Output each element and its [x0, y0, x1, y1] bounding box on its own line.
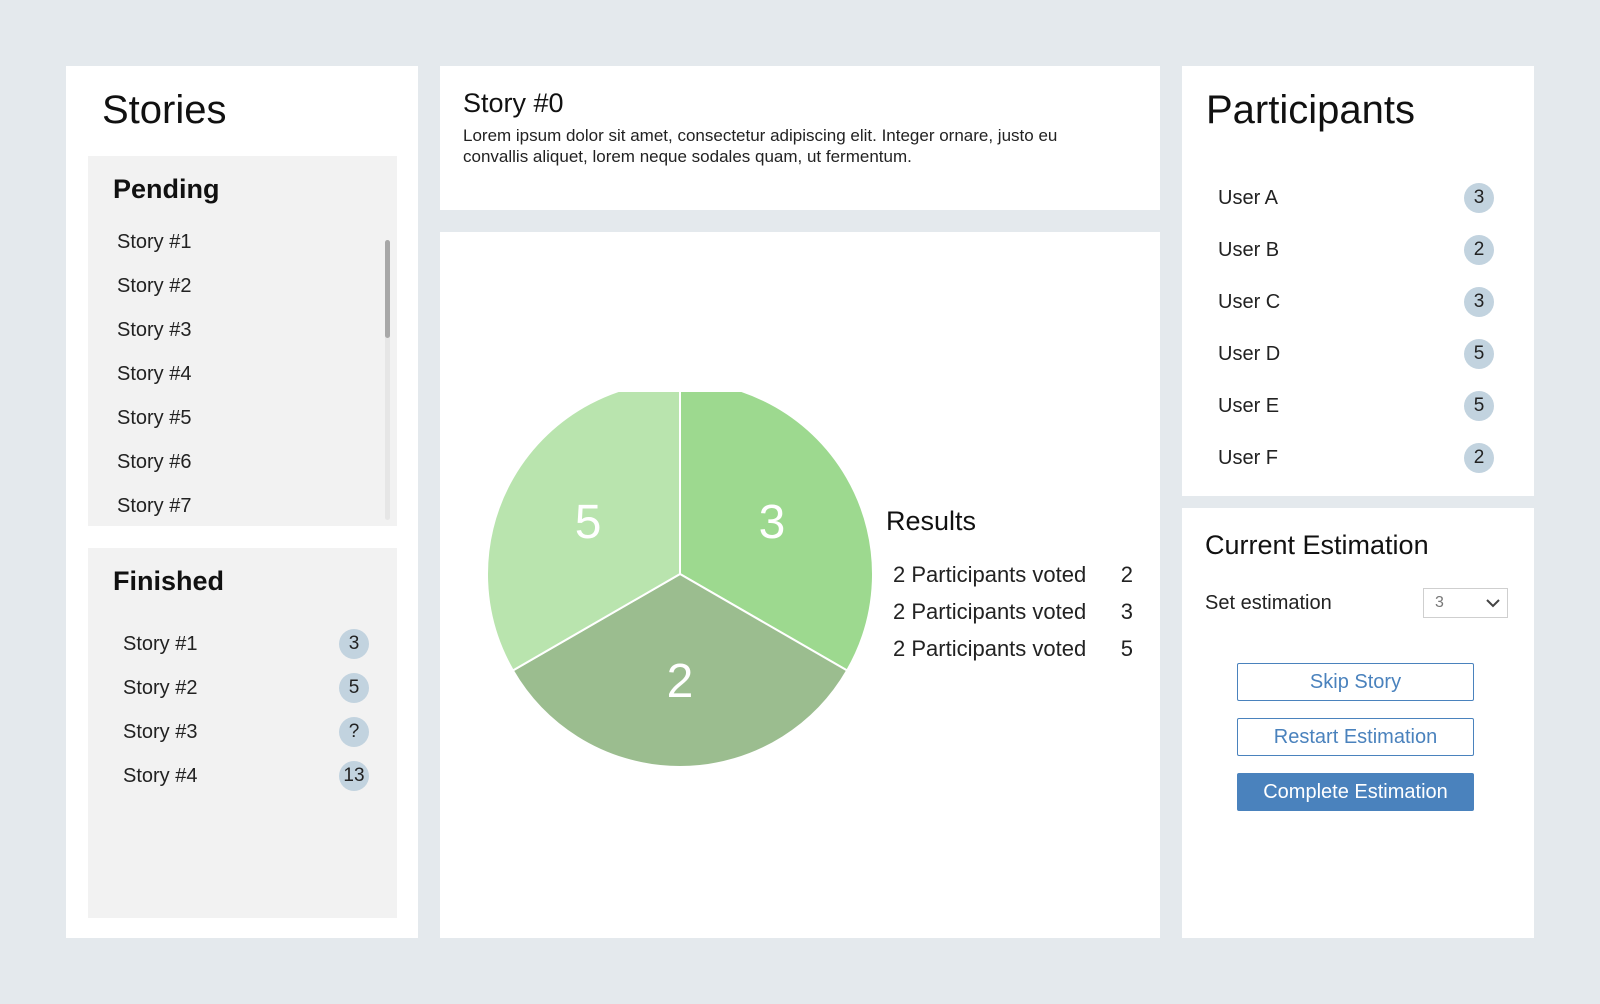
results-panel: 3 2 5 Results 2 Participants voted 2 2 Par…	[440, 232, 1160, 938]
stories-title: Stories	[102, 88, 227, 132]
participant-name: User B	[1218, 238, 1280, 261]
story-title: Story #0	[463, 88, 564, 118]
estimation-select[interactable]: 3	[1423, 588, 1508, 618]
skip-story-button[interactable]: Skip Story	[1237, 663, 1474, 701]
results-row-label: 2 Participants voted	[893, 636, 1087, 661]
pending-story-item[interactable]: Story #3	[117, 316, 191, 360]
participant-item: User B 2	[1218, 224, 1494, 276]
results-row: 2 Participants voted 2	[893, 562, 1133, 599]
pending-title: Pending	[113, 174, 220, 204]
finished-story-label: Story #4	[123, 764, 198, 787]
pending-scrollbar[interactable]	[385, 240, 390, 520]
current-estimation-panel: Current Estimation Set estimation 3 Skip…	[1182, 508, 1534, 938]
results-row-value: 5	[1120, 636, 1133, 661]
vote-badge: 3	[1464, 183, 1494, 213]
finished-story-label: Story #3	[123, 720, 198, 743]
participant-item: User D 5	[1218, 328, 1494, 380]
pending-scrollbar-thumb[interactable]	[385, 240, 390, 338]
finished-story-item[interactable]: Story #2 5	[123, 666, 369, 710]
results-title: Results	[886, 506, 977, 536]
pending-list: Story #1 Story #2 Story #3 Story #4 Stor…	[117, 228, 191, 526]
complete-estimation-button[interactable]: Complete Estimation	[1237, 773, 1474, 811]
pending-story-item[interactable]: Story #1	[117, 228, 191, 272]
restart-estimation-button[interactable]: Restart Estimation	[1237, 718, 1474, 756]
current-story-panel: Story #0 Lorem ipsum dolor sit amet, con…	[440, 66, 1160, 210]
finished-story-item[interactable]: Story #4 13	[123, 754, 369, 798]
participants-title: Participants	[1206, 88, 1415, 132]
pending-story-item[interactable]: Story #5	[117, 404, 191, 448]
finished-story-label: Story #2	[123, 676, 198, 699]
set-estimation-label: Set estimation	[1205, 592, 1332, 614]
stories-panel: Stories Pending Story #1 Story #2 Story …	[66, 66, 418, 938]
finished-story-label: Story #1	[123, 632, 198, 655]
estimation-title: Current Estimation	[1205, 530, 1429, 560]
participant-name: User E	[1218, 394, 1280, 417]
results-row-label: 2 Participants voted	[893, 599, 1087, 624]
participant-item: User F 2	[1218, 432, 1494, 484]
participant-name: User C	[1218, 290, 1281, 313]
pending-story-item[interactable]: Story #2	[117, 272, 191, 316]
participant-list: User A 3 User B 2 User C 3 User D 5 User…	[1218, 172, 1494, 484]
results-row-value: 3	[1120, 599, 1133, 624]
participant-item: User E 5	[1218, 380, 1494, 432]
vote-badge: 2	[1464, 443, 1494, 473]
estimate-badge: 13	[339, 761, 369, 791]
participant-name: User D	[1218, 342, 1281, 365]
results-row-label: 2 Participants voted	[893, 562, 1087, 587]
estimate-badge: 3	[339, 629, 369, 659]
results-row: 2 Participants voted 3	[893, 599, 1133, 636]
vote-badge: 3	[1464, 287, 1494, 317]
estimate-badge: 5	[339, 673, 369, 703]
vote-badge: 5	[1464, 391, 1494, 421]
finished-list: Story #1 3 Story #2 5 Story #3 ? Story #…	[123, 622, 369, 798]
participant-item: User A 3	[1218, 172, 1494, 224]
pending-story-item[interactable]: Story #6	[117, 448, 191, 492]
pie-slice-label: 5	[575, 496, 602, 549]
pending-story-item[interactable]: Story #4	[117, 360, 191, 404]
results-row-value: 2	[1120, 562, 1133, 587]
finished-story-item[interactable]: Story #3 ?	[123, 710, 369, 754]
participant-name: User F	[1218, 446, 1278, 469]
results-table: 2 Participants voted 2 2 Participants vo…	[893, 562, 1133, 673]
estimation-select-value: 3	[1435, 594, 1444, 611]
finished-title: Finished	[113, 566, 225, 596]
results-row: 2 Participants voted 5	[893, 636, 1133, 673]
participant-item: User C 3	[1218, 276, 1494, 328]
finished-group: Finished Story #1 3 Story #2 5 Story #3 …	[88, 548, 397, 918]
chevron-down-icon	[1486, 599, 1500, 608]
participant-name: User A	[1218, 186, 1279, 209]
pie-slice-label: 2	[667, 655, 694, 708]
pending-group: Pending Story #1 Story #2 Story #3 Story…	[88, 156, 397, 526]
results-pie-chart: 3 2 5	[486, 392, 874, 768]
pie-slice-label: 3	[759, 496, 786, 549]
vote-badge: 5	[1464, 339, 1494, 369]
estimate-badge: ?	[339, 717, 369, 747]
story-description: Lorem ipsum dolor sit amet, consectetur …	[463, 126, 1058, 166]
vote-badge: 2	[1464, 235, 1494, 265]
participants-panel: Participants User A 3 User B 2 User C 3 …	[1182, 66, 1534, 496]
finished-story-item[interactable]: Story #1 3	[123, 622, 369, 666]
pending-story-item[interactable]: Story #7	[117, 492, 191, 526]
